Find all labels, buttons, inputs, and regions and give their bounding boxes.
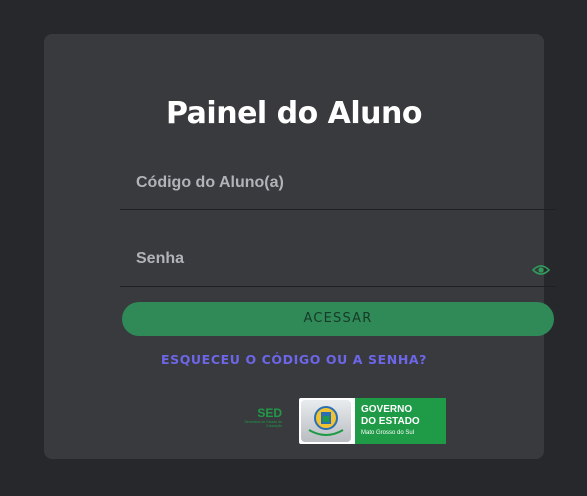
governo-line2: DO ESTADO — [361, 416, 420, 427]
governo-line1: GOVERNO — [361, 404, 413, 415]
password-field[interactable]: Senha — [120, 247, 556, 287]
acessar-button[interactable]: ACESSAR — [122, 302, 554, 336]
eye-icon[interactable] — [532, 263, 550, 277]
student-code-placeholder: Código do Aluno(a) — [136, 174, 284, 191]
student-code-field[interactable]: Código do Aluno(a) — [120, 170, 556, 210]
password-underline — [120, 286, 556, 287]
governo-logo-text: GOVERNO DO ESTADO Mato Grosso do Sul — [355, 398, 446, 444]
login-card: Painel do Aluno Código do Aluno(a) Senha… — [44, 34, 556, 459]
governo-line3: Mato Grosso do Sul — [361, 430, 415, 436]
governo-logo: GOVERNO DO ESTADO Mato Grosso do Sul — [299, 398, 446, 444]
page-title: Painel do Aluno — [166, 96, 423, 131]
sed-logo: SED Secretaria de Estado de Educação — [228, 406, 282, 428]
forgot-credentials-link[interactable]: ESQUECEU O CÓDIGO OU A SENHA? — [44, 352, 544, 367]
sed-logo-subtitle: Secretaria de Estado de Educação — [244, 420, 282, 428]
student-code-underline — [120, 209, 556, 210]
sed-logo-name: SED — [257, 406, 282, 420]
coat-of-arms-icon — [301, 400, 351, 442]
password-placeholder: Senha — [136, 250, 185, 267]
